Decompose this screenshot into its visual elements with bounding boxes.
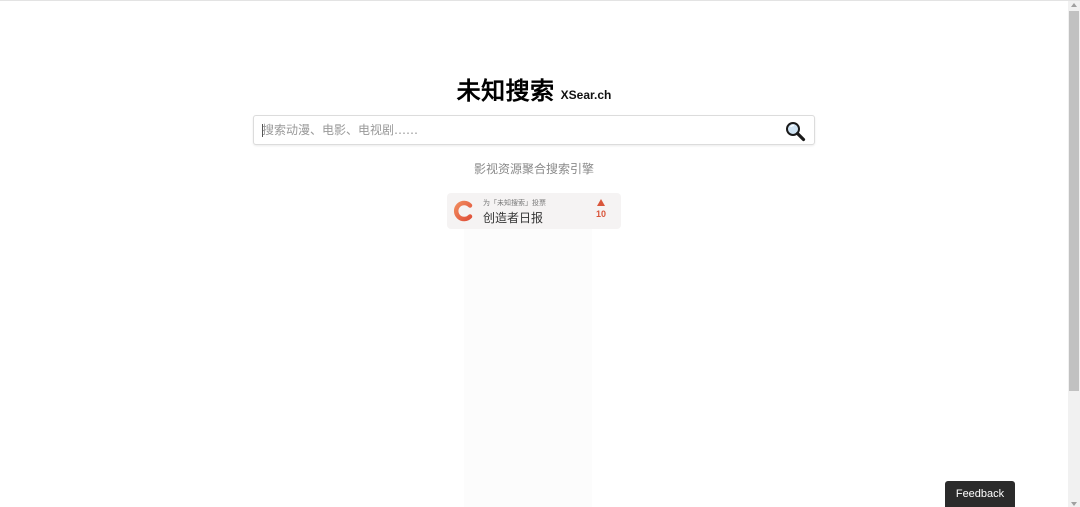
scroll-down-arrow-icon[interactable] bbox=[1071, 502, 1077, 506]
vote-counter[interactable]: 10 bbox=[589, 199, 613, 219]
site-header: 未知搜索 XSear.ch bbox=[0, 71, 1068, 106]
background-panel bbox=[464, 229, 592, 507]
main-content: 未知搜索 XSear.ch 影视资源聚合搜索引擎 bbox=[0, 1, 1068, 507]
vote-prompt: 为「未知搜索」投票 bbox=[483, 199, 546, 207]
badge-name: 创造者日报 bbox=[483, 211, 544, 225]
tagline: 影视资源聚合搜索引擎 bbox=[473, 162, 594, 176]
site-domain: XSear.ch bbox=[560, 88, 612, 102]
search-button[interactable] bbox=[784, 120, 806, 142]
feedback-button[interactable]: Feedback bbox=[945, 481, 1015, 507]
scrollbar-thumb[interactable] bbox=[1069, 11, 1079, 391]
vote-badge[interactable]: 为「未知搜索」投票 创造者日报 10 bbox=[447, 193, 621, 229]
upvote-arrow-icon bbox=[597, 199, 605, 206]
page: 未知搜索 XSear.ch 影视资源聚合搜索引擎 bbox=[0, 0, 1080, 507]
search-box bbox=[253, 115, 815, 145]
vertical-scrollbar[interactable] bbox=[1068, 1, 1080, 507]
creator-daily-logo-icon bbox=[454, 200, 473, 222]
scroll-up-arrow-icon[interactable] bbox=[1071, 3, 1077, 7]
text-caret bbox=[262, 124, 263, 137]
search-input[interactable] bbox=[262, 120, 772, 140]
search-icon bbox=[786, 122, 806, 142]
site-title: 未知搜索 bbox=[456, 77, 555, 105]
vote-count: 10 bbox=[595, 209, 606, 219]
